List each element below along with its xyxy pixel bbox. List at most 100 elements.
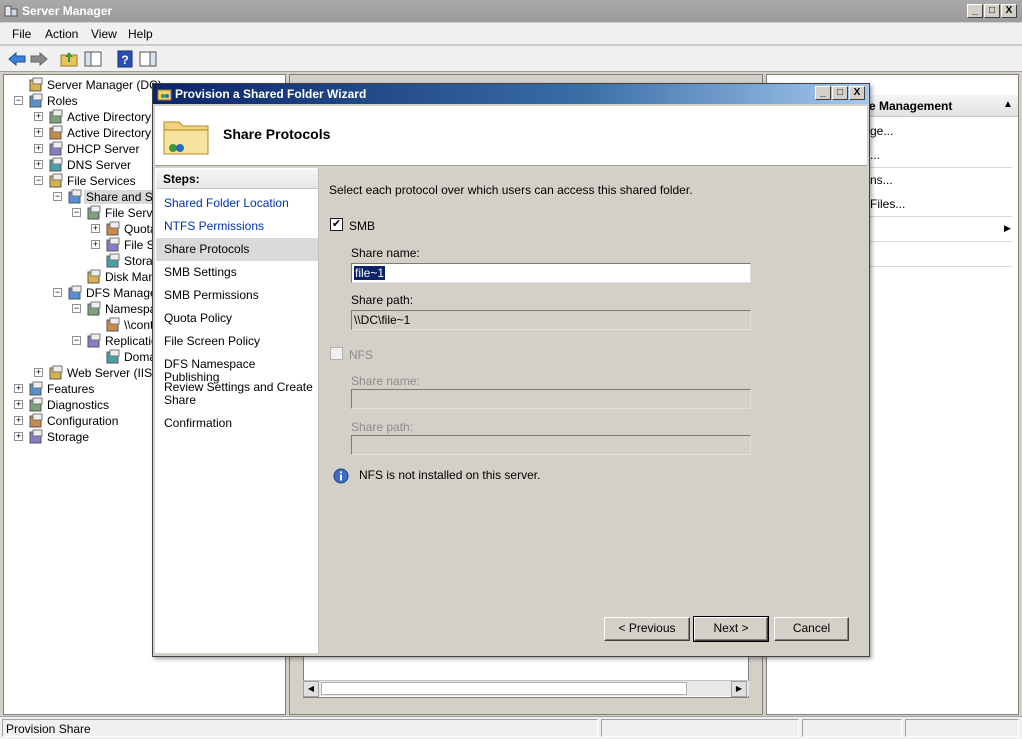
status-cell-main: Provision Share	[2, 719, 598, 737]
tree-item-label: Configuration	[47, 414, 119, 428]
disk-management-icon	[87, 269, 101, 284]
nfs-label: NFS	[349, 348, 373, 362]
collapse-icon[interactable]: −	[72, 304, 81, 313]
next-button[interactable]: Next >	[693, 616, 769, 642]
scroll-thumb[interactable]	[321, 682, 687, 695]
tree-item-label: \\cont	[124, 318, 154, 332]
nfs-info-text: NFS is not installed on this server.	[359, 468, 541, 482]
expand-icon[interactable]: +	[34, 128, 43, 137]
expand-icon[interactable]: +	[91, 240, 100, 249]
quota-icon	[106, 221, 120, 236]
tree-item-label: Roles	[47, 94, 78, 108]
action-item[interactable]: ge...	[870, 124, 893, 138]
wizard-maximize-button[interactable]: □	[832, 86, 848, 100]
scroll-right-button[interactable]: ▶	[731, 681, 747, 697]
tree-item-label: Replicatio	[105, 334, 158, 348]
collapse-icon[interactable]: −	[34, 176, 43, 185]
collapse-arrow-icon[interactable]: ▲	[1003, 99, 1013, 110]
collapse-icon[interactable]: −	[14, 96, 23, 105]
tree-item-label: Active Directory D	[67, 126, 164, 140]
smb-label: SMB	[349, 219, 376, 233]
wizard-title: Provision a Shared Folder Wizard	[175, 87, 367, 101]
expand-icon[interactable]: +	[14, 416, 23, 425]
tree-item-label: Features	[47, 382, 95, 396]
collapse-icon[interactable]: −	[53, 192, 62, 201]
file-services-icon	[49, 173, 63, 188]
tree-item-label: Storage	[47, 430, 90, 444]
tree-item-label: Server Manager (DC)	[47, 78, 162, 92]
horizontal-scrollbar[interactable]: ◀ ▶	[303, 680, 749, 697]
shared-folder-large-icon	[163, 121, 209, 155]
minimize-button[interactable]: _	[967, 4, 983, 18]
tree-item-label: Web Server (IIS)	[67, 366, 157, 380]
instruction-text: Select each protocol over which users ca…	[329, 183, 693, 197]
active-directory-icon	[49, 125, 63, 140]
nfs-share-name-field	[351, 389, 751, 409]
configuration-icon	[29, 413, 43, 428]
expand-icon[interactable]: +	[34, 112, 43, 121]
step-review-settings: Review Settings and Create Share	[164, 380, 313, 407]
file-screen-icon	[106, 237, 120, 252]
maximize-button[interactable]: □	[984, 4, 1000, 18]
smb-share-name-label: Share name:	[351, 246, 420, 260]
share-folder-icon	[157, 89, 172, 101]
expand-icon[interactable]: +	[91, 224, 100, 233]
actions-header-title: e Management	[869, 99, 953, 113]
smb-share-name-value: file~1	[354, 266, 386, 280]
submenu-arrow-icon[interactable]: ▶	[1004, 223, 1011, 234]
smb-share-path-field[interactable]: \\DC\file~1	[351, 310, 751, 330]
expand-icon[interactable]: +	[34, 160, 43, 169]
close-button[interactable]: X	[1001, 4, 1017, 18]
step-file-screen-policy: File Screen Policy	[164, 334, 261, 348]
smb-checkbox[interactable]: ✔	[330, 218, 343, 231]
nfs-share-path-label: Share path:	[351, 420, 414, 434]
step-share-protocols: Share Protocols	[164, 242, 250, 256]
step-smb-permissions: SMB Permissions	[164, 288, 259, 302]
active-directory-icon	[49, 109, 63, 124]
expand-icon[interactable]: +	[14, 384, 23, 393]
collapse-icon[interactable]: −	[72, 336, 81, 345]
action-item[interactable]: ns...	[870, 173, 893, 187]
previous-button[interactable]: < Previous	[604, 617, 690, 641]
server-manager-icon	[29, 77, 43, 92]
replication-icon	[87, 333, 101, 348]
steps-title: Steps:	[156, 169, 318, 189]
expand-icon[interactable]: +	[34, 368, 43, 377]
collapse-icon[interactable]: −	[72, 208, 81, 217]
smb-share-path-value: \\DC\file~1	[354, 313, 411, 327]
expand-icon[interactable]: +	[14, 432, 23, 441]
tree-item-label: File Services	[67, 174, 136, 188]
expand-icon[interactable]: +	[14, 400, 23, 409]
status-cell	[601, 719, 799, 737]
action-item[interactable]: ...	[870, 148, 880, 162]
expand-icon[interactable]: +	[34, 144, 43, 153]
step-quota-policy: Quota Policy	[164, 311, 233, 325]
dfs-icon	[68, 285, 82, 300]
nfs-share-name-label: Share name:	[351, 374, 420, 388]
action-item[interactable]: Files...	[870, 197, 905, 211]
smb-share-name-input[interactable]: file~1	[351, 263, 751, 283]
wizard-content	[321, 168, 867, 653]
wizard-title-bar: Provision a Shared Folder Wizard _ □ X	[153, 84, 869, 104]
cancel-button[interactable]: Cancel	[774, 617, 849, 641]
wizard-heading: Share Protocols	[223, 126, 331, 142]
step-shared-folder-location[interactable]: Shared Folder Location	[164, 197, 314, 210]
wizard-close-button[interactable]: X	[849, 86, 865, 100]
namespace-icon	[87, 301, 101, 316]
step-confirmation: Confirmation	[164, 416, 233, 430]
status-bar: Provision Share	[0, 716, 1022, 739]
tree-item-label: File Serve	[105, 206, 160, 220]
scroll-left-button[interactable]: ◀	[303, 681, 319, 697]
tree-item-label: Diagnostics	[47, 398, 110, 412]
dns-icon	[49, 157, 63, 172]
collapse-icon[interactable]: −	[53, 288, 62, 297]
nfs-checkbox	[330, 347, 343, 360]
dhcp-icon	[49, 141, 63, 156]
step-ntfs-permissions[interactable]: NTFS Permissions	[164, 220, 314, 233]
status-cell	[802, 719, 902, 737]
nfs-share-path-field	[351, 435, 751, 455]
diagnostics-icon	[29, 397, 43, 412]
wizard-minimize-button[interactable]: _	[815, 86, 831, 100]
smb-share-path-label: Share path:	[351, 293, 414, 307]
domain-icon	[106, 349, 120, 364]
